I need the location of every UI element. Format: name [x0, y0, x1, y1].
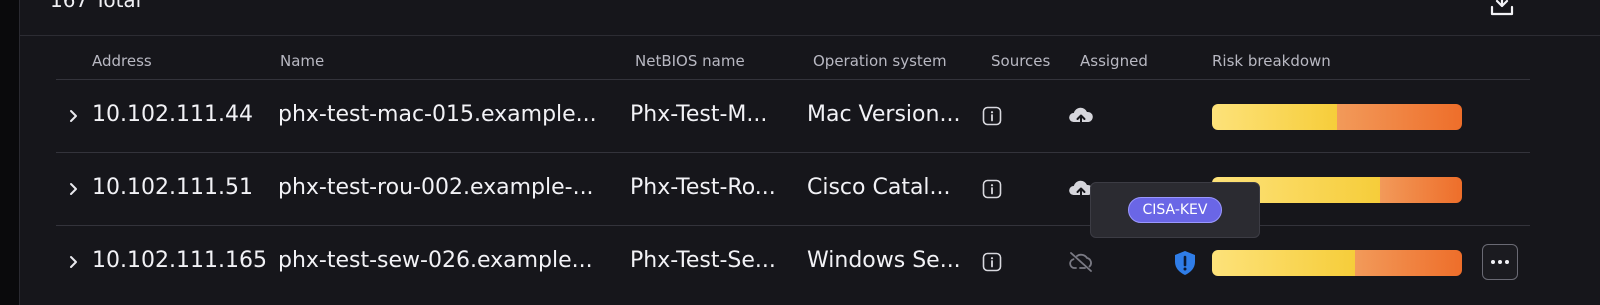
more-dot — [1491, 260, 1495, 264]
table-row[interactable]: 10.102.111.44 phx-test-mac-015.example..… — [56, 80, 1530, 153]
assets-panel: 167 Total Address Name NetBIOS name Oper… — [20, 0, 1600, 305]
chevron-right-icon — [70, 110, 77, 122]
col-address[interactable]: Address — [92, 52, 152, 70]
col-name[interactable]: Name — [280, 52, 324, 70]
col-risk[interactable]: Risk breakdown — [1212, 52, 1331, 70]
download-button[interactable] — [1486, 0, 1518, 20]
expand-row-button[interactable] — [64, 102, 84, 130]
cloud-upload-icon — [1069, 107, 1093, 127]
risk-breakdown-bar[interactable] — [1212, 104, 1462, 130]
risk-segment-medium — [1212, 104, 1337, 130]
info-icon[interactable] — [982, 106, 1002, 126]
cell-address: 10.102.111.44 — [92, 102, 253, 127]
cell-netbios: Phx-Test-Ro... — [630, 175, 776, 200]
col-assigned[interactable]: Assigned — [1080, 52, 1148, 70]
sidebar-edge — [0, 0, 20, 305]
more-dot — [1498, 260, 1502, 264]
chevron-right-icon — [70, 183, 77, 195]
risk-segment-high — [1379, 177, 1462, 203]
risk-segment-high — [1354, 250, 1462, 276]
chevron-right-icon — [70, 256, 77, 268]
tag-tooltip: CISA-KEV — [1090, 182, 1260, 238]
cell-os: Mac Version... — [807, 102, 961, 127]
cisa-kev-tag: CISA-KEV — [1127, 197, 1223, 223]
table-header: Address Name NetBIOS name Operation syst… — [56, 44, 1530, 80]
col-netbios[interactable]: NetBIOS name — [635, 52, 745, 70]
cell-name: phx-test-mac-015.example... — [278, 102, 597, 127]
cell-address: 10.102.111.51 — [92, 175, 253, 200]
download-icon — [1490, 0, 1514, 16]
expand-row-button[interactable] — [64, 175, 84, 203]
table-row[interactable]: 10.102.111.51 phx-test-rou-002.example-.… — [56, 153, 1530, 226]
total-count: 167 Total — [50, 0, 142, 12]
risk-segment-high — [1337, 104, 1462, 130]
assets-table: Address Name NetBIOS name Operation syst… — [56, 44, 1530, 299]
col-os[interactable]: Operation system — [813, 52, 947, 70]
cell-os: Cisco Catal... — [807, 175, 951, 200]
row-actions-button[interactable] — [1482, 244, 1518, 280]
cell-address: 10.102.111.165 — [92, 248, 267, 273]
risk-segment-medium — [1212, 250, 1355, 276]
cell-name: phx-test-sew-026.example... — [278, 248, 593, 273]
col-sources[interactable]: Sources — [991, 52, 1050, 70]
info-icon[interactable] — [982, 252, 1002, 272]
more-dot — [1505, 260, 1509, 264]
shield-alert-icon[interactable] — [1173, 250, 1197, 276]
cloud-off-icon — [1069, 252, 1092, 272]
expand-row-button[interactable] — [64, 248, 84, 276]
cell-netbios: Phx-Test-M... — [630, 102, 768, 127]
info-icon[interactable] — [982, 179, 1002, 199]
cell-name: phx-test-rou-002.example-... — [278, 175, 594, 200]
cell-os: Windows Se... — [807, 248, 961, 273]
cell-netbios: Phx-Test-Se... — [630, 248, 776, 273]
risk-breakdown-bar[interactable] — [1212, 250, 1462, 276]
panel-header: 167 Total — [20, 0, 1600, 36]
table-row[interactable]: 10.102.111.165 phx-test-sew-026.example.… — [56, 226, 1530, 299]
